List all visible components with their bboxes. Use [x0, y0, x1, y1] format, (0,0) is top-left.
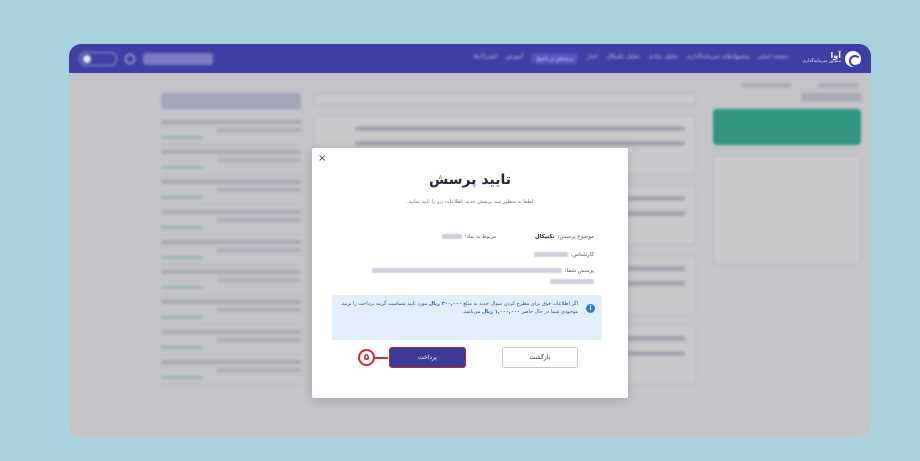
price-amount: ۳۰۰,۰۰۰ ریال	[428, 301, 462, 307]
payment-info-alert: i اگر اطلاعات فوق برای مطرح کردن سوال جد…	[332, 295, 602, 340]
info-icon: i	[586, 304, 595, 313]
theme-toggle[interactable]	[79, 51, 117, 66]
logo-icon	[845, 50, 861, 67]
nav-item-investment[interactable]: پیشنهادهای سرمایه‌گذاری	[686, 53, 749, 64]
step-annotation-line	[375, 357, 388, 359]
nav-item-subscriptions[interactable]: اشتراک‌ها	[473, 53, 497, 64]
pay-button[interactable]: پرداخت	[389, 347, 466, 368]
modal-title: تایید پرسش	[429, 172, 511, 188]
search-input[interactable]	[143, 52, 213, 65]
linked-symbol-label: مربوط به نماد:	[465, 234, 497, 240]
nav-item-news[interactable]: اخبار	[586, 53, 598, 64]
nav-item-education[interactable]: آموزش	[505, 53, 523, 64]
expert-row: کارشناس:	[346, 252, 594, 258]
modal-subtitle: لطفا به منظور ثبت پرسش جدید، اطلاعات زیر…	[406, 199, 534, 205]
nav-item-home[interactable]: صفحه اصلی	[757, 53, 788, 64]
brand[interactable]: آوا مشاور سرمایه‌گذاری	[802, 50, 861, 67]
nav-item-qa[interactable]: پرسش و پاسخ	[531, 53, 579, 64]
linked-symbol-row: مربوط به نماد:	[442, 234, 496, 240]
question-text	[371, 268, 562, 273]
expert-label: کارشناس:	[570, 252, 594, 258]
subject-label: موضوع پرسش:	[557, 234, 594, 240]
top-navbar: آوا مشاور سرمایه‌گذاری صفحه اصلی پیشنهاد…	[69, 44, 871, 73]
nav-menu: صفحه اصلی پیشنهادهای سرمایه‌گذاری تحلیل …	[473, 53, 788, 64]
linked-symbol-value	[442, 234, 462, 239]
user-icon[interactable]	[125, 53, 135, 64]
expert-value	[533, 252, 568, 257]
brand-tagline: مشاور سرمایه‌گذاری	[802, 59, 841, 65]
subject-value: تکنیکال	[534, 234, 555, 240]
question-label: پرسش شما:	[564, 268, 594, 274]
nav-item-fundamental[interactable]: تحلیل بنیادی	[648, 53, 678, 64]
close-icon[interactable]: ×	[318, 153, 326, 164]
balance-amount: ۱,۰۰۰,۰۰۰ ریال	[481, 308, 520, 315]
nav-left-tools	[79, 51, 213, 66]
nav-item-technical[interactable]: تحلیل تکنیکال	[606, 53, 640, 64]
question-row: پرسش شما:	[346, 268, 594, 274]
step-number-badge: ۵	[358, 349, 375, 366]
back-button[interactable]: بازگشت	[502, 347, 578, 368]
